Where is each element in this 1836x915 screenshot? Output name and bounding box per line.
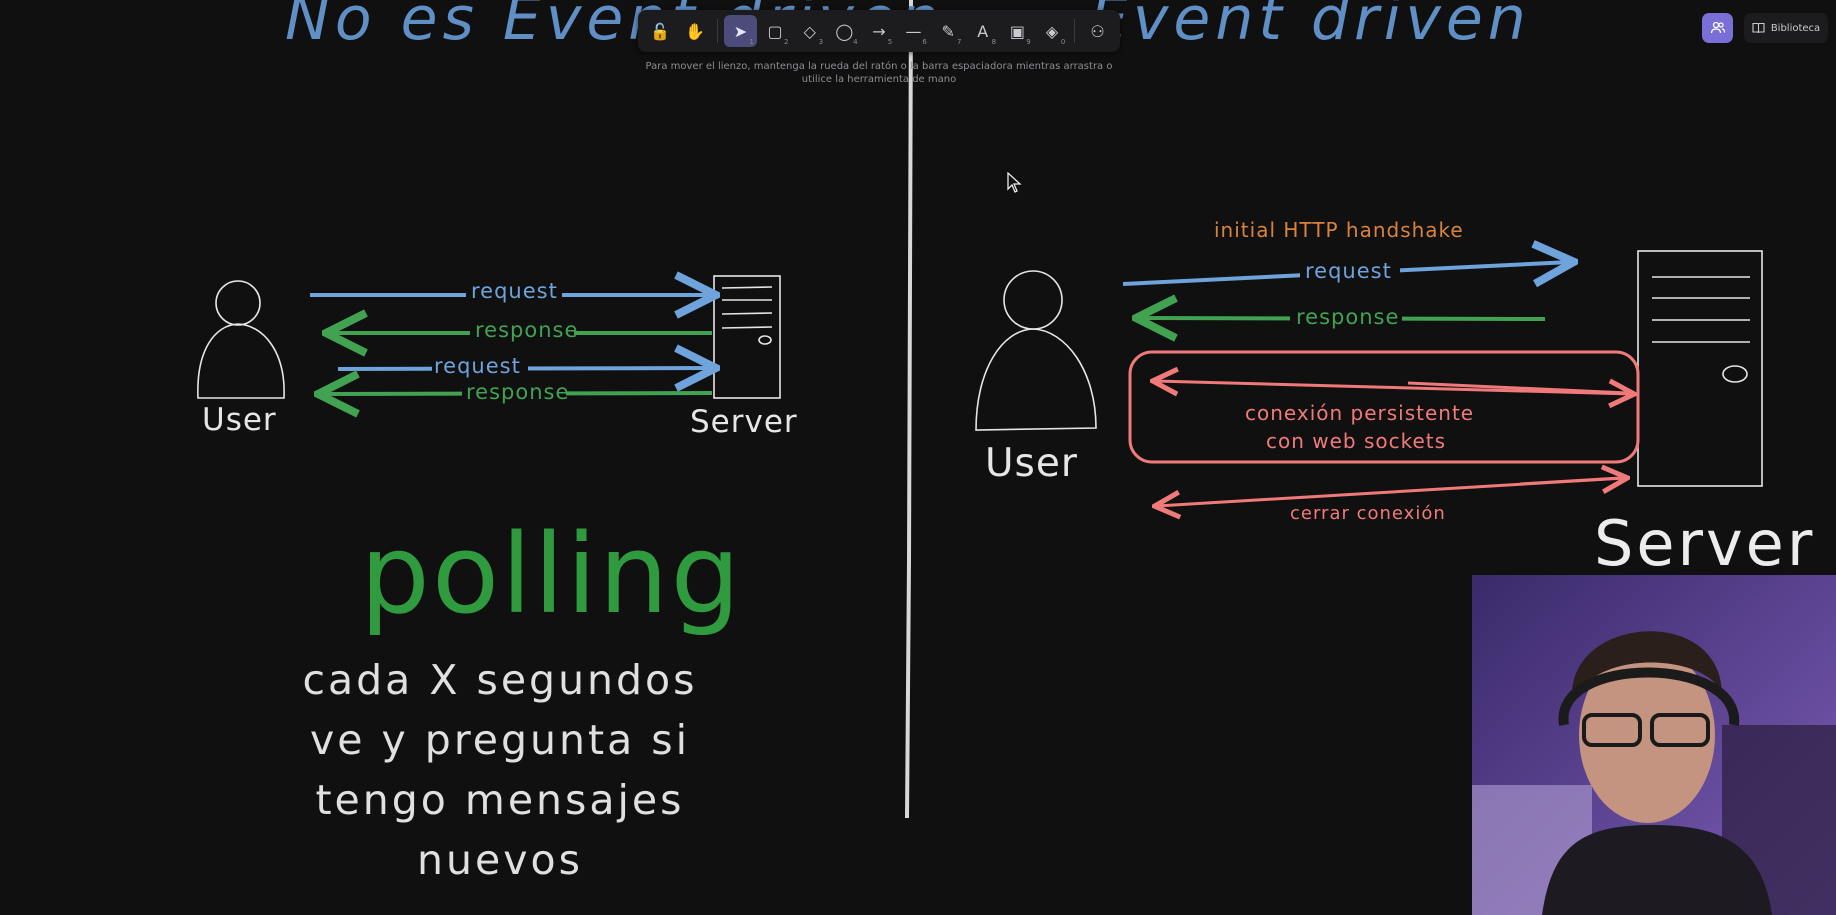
collaborate-button[interactable] xyxy=(1702,13,1733,43)
rectangle-icon: ▢ xyxy=(767,21,783,41)
title-event-driven: Event driven xyxy=(1090,0,1531,54)
toolbar-separator xyxy=(1074,19,1076,43)
tool-lock[interactable]: 🔓 xyxy=(644,15,677,47)
tool-selection[interactable]: ➤ 1 xyxy=(724,15,757,47)
left-user-label: User xyxy=(202,402,277,438)
canvas-hint: Para mover el lienzo, mantenga la rueda … xyxy=(645,61,1113,85)
right-request-label: request xyxy=(1305,259,1392,283)
tool-shortcut-number: 0 xyxy=(1060,38,1066,46)
book-icon xyxy=(1752,22,1765,34)
tool-shortcut-number: 1 xyxy=(749,38,754,46)
server-figure-right xyxy=(1637,250,1763,487)
image-icon: ▣ xyxy=(1009,21,1025,41)
arrow-icon: → xyxy=(872,21,886,41)
right-response-label: response xyxy=(1296,305,1400,329)
tool-image[interactable]: ▣ 9 xyxy=(1001,15,1034,47)
tool-arrow[interactable]: → 5 xyxy=(863,15,896,47)
ellipse-icon: ◯ xyxy=(835,21,854,41)
tool-shortcut-number: 9 xyxy=(1026,38,1031,46)
tool-extra-tools[interactable]: ⚇ xyxy=(1081,15,1114,47)
users-icon xyxy=(1710,21,1725,34)
right-server-label: Server xyxy=(1594,507,1816,580)
left-request-label-1: request xyxy=(471,279,558,303)
tool-diamond[interactable]: ◇ 3 xyxy=(793,15,826,47)
tool-hand[interactable]: ✋ xyxy=(679,15,712,47)
persistent-arrow-a xyxy=(1155,381,1632,394)
eraser-icon: ◈ xyxy=(1045,21,1059,41)
drawing-toolbar: 🔓 ✋ ➤ 1 ▢ 2 ◇ 3 ◯ 4 → 5—6 ✎ 7 A 8 ▣ 9 ◈ 0 ⚇ xyxy=(638,10,1120,52)
left-server-label: Server xyxy=(690,404,798,440)
toolbar-separator xyxy=(717,19,719,43)
text-icon: A xyxy=(977,21,989,41)
tool-ellipse[interactable]: ◯ 4 xyxy=(828,15,861,47)
right-user-label: User xyxy=(985,441,1078,486)
library-label: Biblioteca xyxy=(1770,22,1821,34)
tool-draw[interactable]: ✎ 7 xyxy=(932,15,965,47)
webcam-overlay xyxy=(1472,575,1836,915)
tool-shortcut-number: 2 xyxy=(783,38,789,46)
tool-shortcut-number: 6 xyxy=(922,38,927,46)
selection-icon: ➤ xyxy=(733,21,748,41)
server-figure-left xyxy=(713,275,781,399)
tool-shortcut-number: 7 xyxy=(957,38,962,46)
user-figure-right xyxy=(975,270,1097,431)
polling-description: cada X segundos ve y pregunta si tengo m… xyxy=(302,656,698,884)
tool-rectangle[interactable]: ▢ 2 xyxy=(759,15,792,47)
tool-line[interactable]: —6 xyxy=(897,15,930,47)
library-button[interactable]: Biblioteca xyxy=(1744,13,1828,43)
tool-shortcut-number: 4 xyxy=(853,38,858,46)
tool-eraser[interactable]: ◈ 0 xyxy=(1036,15,1069,47)
left-response-label-2: response xyxy=(466,380,570,404)
user-figure-left xyxy=(197,280,285,399)
tool-shortcut-number: 3 xyxy=(818,38,824,46)
presenter-video xyxy=(1472,575,1836,915)
tool-shortcut-number: 8 xyxy=(991,38,997,46)
hand-icon: ✋ xyxy=(684,21,705,41)
tool-text[interactable]: A8 xyxy=(966,15,999,47)
lock-icon: 🔓 xyxy=(650,21,671,41)
mouse-cursor-icon xyxy=(1007,172,1022,193)
left-request-label-2: request xyxy=(434,354,521,378)
close-connection-label: cerrar conexión xyxy=(1290,503,1446,524)
diamond-icon: ◇ xyxy=(803,21,816,41)
polling-heading: polling xyxy=(360,510,743,638)
line-icon: — xyxy=(905,21,922,41)
persistent-label-line1: conexión persistente xyxy=(1245,401,1475,425)
extra-tools-icon: ⚇ xyxy=(1090,21,1105,41)
tool-shortcut-number: 5 xyxy=(887,38,893,46)
left-response-label-1: response xyxy=(475,318,579,342)
handshake-label: initial HTTP handshake xyxy=(1214,218,1464,242)
persistent-label-line2: con web sockets xyxy=(1266,429,1447,453)
draw-icon: ✎ xyxy=(941,21,955,41)
divider-line xyxy=(905,0,913,819)
